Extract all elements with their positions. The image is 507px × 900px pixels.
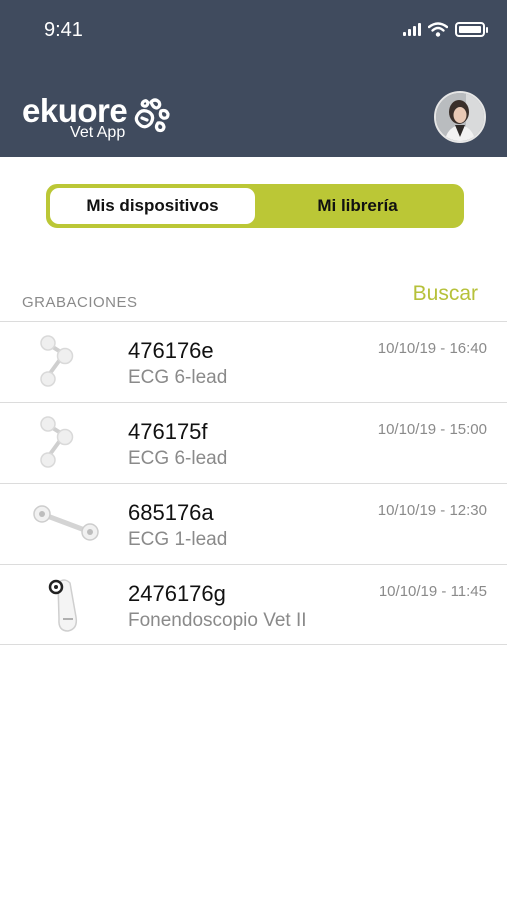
search-button[interactable]: Buscar — [413, 282, 478, 306]
list-item[interactable]: 476176e ECG 6-lead 10/10/19 - 16:40 — [0, 321, 507, 402]
recording-date: 10/10/19 - 15:00 — [377, 421, 487, 438]
recording-device: ECG 6-lead — [128, 367, 228, 388]
segmented-control: Mis dispositivos Mi librería — [46, 184, 464, 228]
battery-icon — [455, 22, 488, 37]
app-logo: ekuore Vet App — [22, 92, 171, 141]
recording-id: 476176e — [128, 338, 214, 363]
recording-date: 10/10/19 - 12:30 — [377, 502, 487, 519]
tab-mi-libreria[interactable]: Mi librería — [255, 188, 460, 224]
recording-device: ECG 1-lead — [128, 529, 228, 550]
recording-date: 10/10/19 - 11:45 — [378, 583, 487, 600]
recording-id: 685176a — [128, 500, 214, 525]
avatar-icon — [436, 93, 484, 141]
recording-device: Fonendoscopio Vet II — [128, 610, 307, 631]
list-item[interactable]: 2476176g Fonendoscopio Vet II 10/10/19 -… — [0, 564, 507, 645]
recording-id: 2476176g — [128, 581, 226, 606]
ecg-1-lead-icon — [33, 505, 99, 541]
recording-id: 476175f — [128, 419, 208, 444]
status-icons — [403, 22, 488, 37]
paw-logo-icon — [134, 98, 170, 133]
stethoscope-icon — [48, 579, 78, 632]
wifi-icon — [428, 22, 448, 37]
section-label: GRABACIONES — [22, 294, 138, 311]
status-time: 9:41 — [44, 19, 83, 41]
logo-subtitle: Vet App — [70, 124, 126, 141]
tab-mis-dispositivos[interactable]: Mis dispositivos — [50, 188, 255, 224]
logo-name: ekuore — [22, 92, 128, 129]
ecg-6-lead-icon — [40, 416, 74, 468]
list-item[interactable]: 476175f ECG 6-lead 10/10/19 - 15:00 — [0, 402, 507, 483]
ecg-6-lead-icon — [40, 335, 74, 387]
app-header: 9:41 ekuore Vet App — [0, 0, 507, 157]
recording-device: ECG 6-lead — [128, 448, 228, 469]
recordings-list: 476176e ECG 6-lead 10/10/19 - 16:40 4761… — [0, 321, 507, 645]
list-item[interactable]: 685176a ECG 1-lead 10/10/19 - 12:30 — [0, 483, 507, 564]
cellular-signal-icon — [403, 23, 421, 36]
user-avatar[interactable] — [434, 91, 486, 143]
recording-date: 10/10/19 - 16:40 — [377, 340, 487, 357]
